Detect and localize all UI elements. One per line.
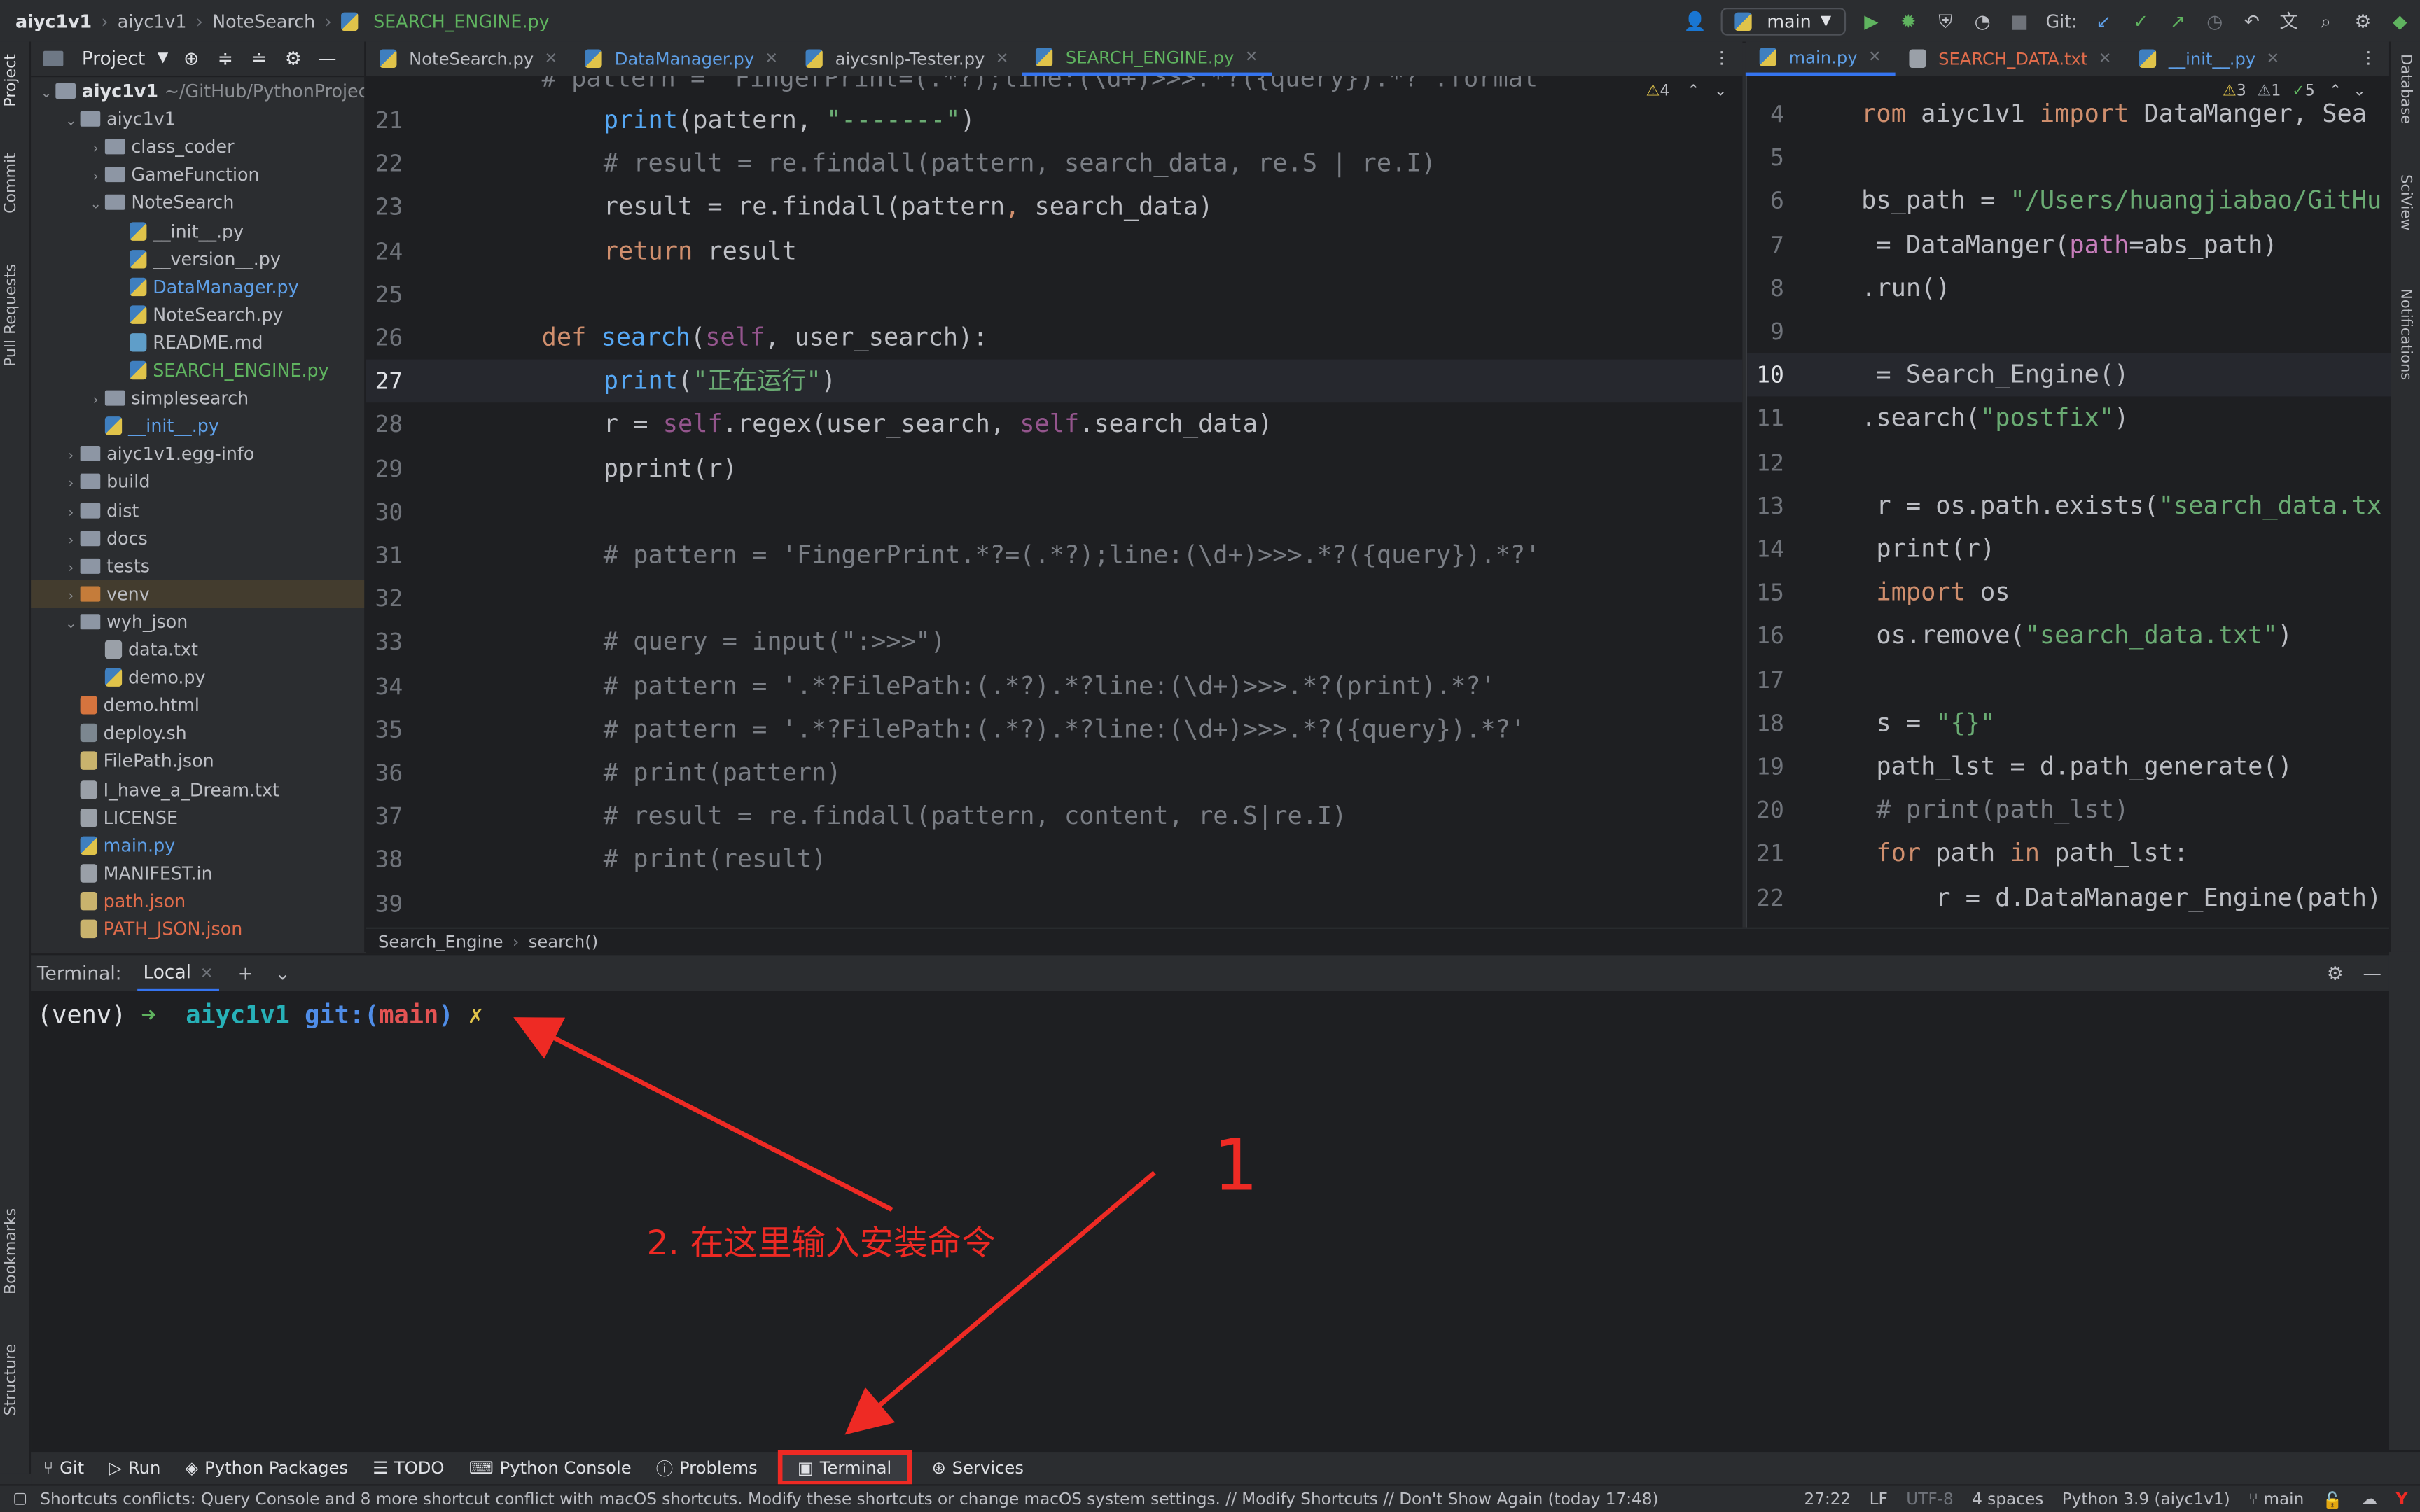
annotation-arrow-prompt (513, 1017, 893, 1212)
ide-window: aiyc1v1 › aiyc1v1 › NoteSearch › SEARCH_… (0, 0, 2420, 1512)
annotation-arrow-terminal (844, 1170, 1156, 1435)
annotation-text: 2. 在这里输入安装命令 (646, 1225, 996, 1264)
annotation-overlay (513, 1017, 1156, 1435)
annotation-number: 1 (1213, 1123, 1258, 1207)
